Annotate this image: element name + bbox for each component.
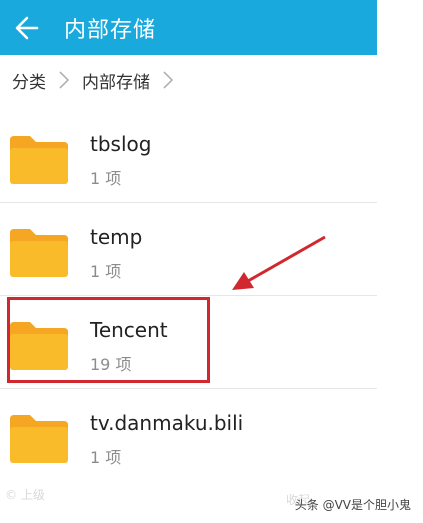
page-title: 内部存储 (64, 17, 157, 43)
item-count: 1 项 (90, 448, 122, 467)
file-name: Tencent (90, 318, 168, 342)
file-list: tbslog 1 项 temp 1 项 Tencent 19 项 tv.danm… (0, 110, 377, 481)
app-bar: 内部存储 (0, 0, 377, 55)
item-count: 1 项 (90, 169, 122, 188)
list-item-temp[interactable]: temp 1 项 (0, 203, 377, 296)
chevron-right-icon (58, 70, 70, 90)
folder-icon (10, 136, 68, 184)
folder-icon (10, 229, 68, 277)
file-name: tbslog (90, 132, 152, 156)
folder-icon (10, 322, 68, 370)
breadcrumb: 分类 内部存储 (0, 55, 377, 105)
watermark: 头条 @VV是个胆小鬼 (294, 498, 411, 512)
list-item-tv-danmaku-bili[interactable]: tv.danmaku.bili 1 项 (0, 389, 377, 481)
back-button[interactable] (0, 0, 54, 55)
item-count: 1 项 (90, 262, 122, 281)
faded-bottom-left-label: © 上级 (5, 488, 45, 502)
arrow-left-icon (15, 16, 39, 39)
file-name: temp (90, 225, 143, 249)
list-item-tbslog[interactable]: tbslog 1 项 (0, 110, 377, 203)
folder-icon (10, 415, 68, 463)
list-item-tencent[interactable]: Tencent 19 项 (0, 296, 377, 389)
chevron-right-icon (162, 70, 174, 90)
item-count: 19 项 (90, 355, 132, 374)
file-name: tv.danmaku.bili (90, 411, 244, 435)
file-manager-screen: 内部存储 分类 内部存储 tbslog 1 项 temp 1 项 Tencent… (0, 0, 423, 523)
breadcrumb-item-internal-storage[interactable]: 内部存储 (82, 68, 150, 93)
breadcrumb-item-category[interactable]: 分类 (12, 68, 46, 93)
